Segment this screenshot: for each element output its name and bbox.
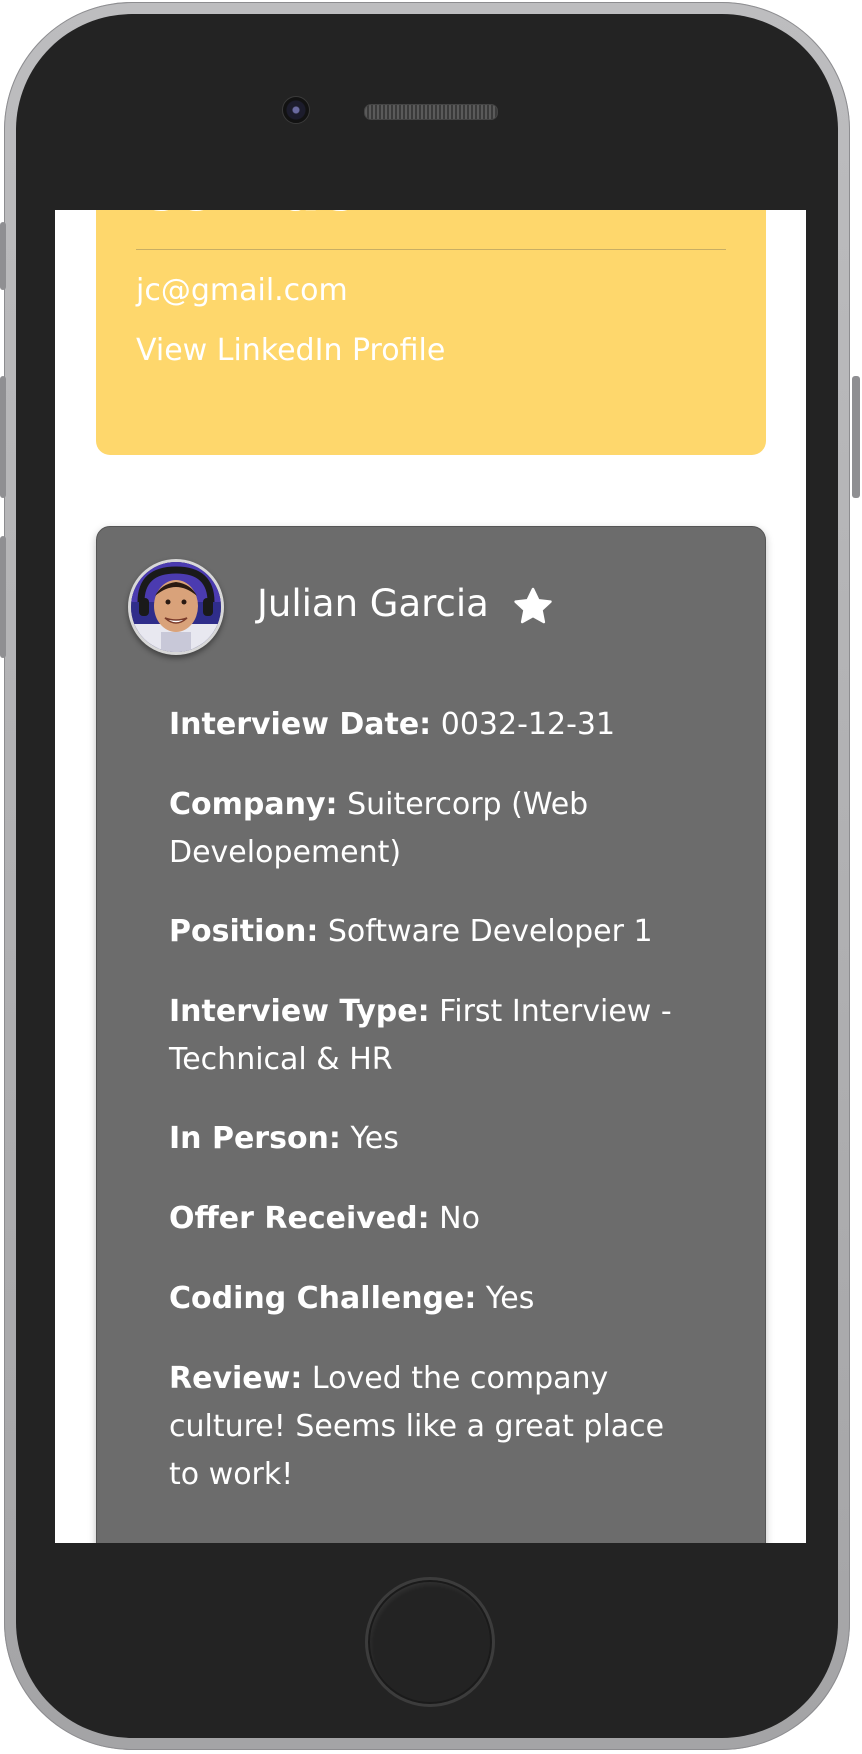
detail-interview-type: Interview Type: First Interview - Techni… [169, 988, 689, 1084]
avatar [128, 559, 224, 655]
linkedin-profile-link[interactable]: View LinkedIn Profile [136, 331, 445, 371]
detail-label: Offer Received: [169, 1201, 430, 1236]
contact-card: Contact jc@gmail.com View LinkedIn Profi… [96, 210, 766, 455]
mute-switch [0, 222, 6, 290]
detail-value: Yes [350, 1121, 399, 1156]
front-camera-icon [282, 96, 310, 124]
contact-divider [136, 249, 726, 250]
detail-position: Position: Software Developer 1 [169, 908, 689, 956]
detail-label: Interview Date: [169, 707, 432, 742]
detail-value: Yes [485, 1281, 535, 1316]
earpiece-speaker [364, 104, 498, 120]
detail-offer-received: Offer Received: No [169, 1195, 689, 1243]
detail-coding-challenge: Coding Challenge: Yes [169, 1275, 689, 1323]
interview-card: Julian Garcia Interview Date: 0032-12-31… [96, 526, 766, 1543]
detail-label: Interview Type: [169, 994, 430, 1029]
phone-screen: Contact jc@gmail.com View LinkedIn Profi… [55, 210, 806, 1543]
interviewer-name: Julian Garcia [257, 582, 489, 625]
detail-label: In Person: [169, 1121, 341, 1156]
detail-label: Position: [169, 914, 319, 949]
detail-interview-date: Interview Date: 0032-12-31 [169, 701, 689, 749]
detail-label: Review: [169, 1361, 303, 1396]
detail-label: Company: [169, 787, 338, 822]
volume-down-button [0, 536, 6, 658]
contact-heading: Contact [136, 210, 380, 232]
power-button [852, 376, 860, 498]
volume-up-button [0, 376, 6, 498]
detail-in-person: In Person: Yes [169, 1115, 689, 1163]
detail-value: Software Developer 1 [327, 914, 653, 949]
detail-value: 0032-12-31 [440, 707, 616, 742]
contact-email-link[interactable]: jc@gmail.com [136, 271, 348, 311]
detail-review: Review: Loved the company culture! Seems… [169, 1355, 689, 1499]
star-icon[interactable] [510, 585, 556, 629]
detail-value: No [439, 1201, 480, 1236]
detail-label: Coding Challenge: [169, 1281, 477, 1316]
detail-company: Company: Suitercorp (Web Developement) [169, 781, 689, 877]
home-button[interactable] [365, 1577, 495, 1707]
